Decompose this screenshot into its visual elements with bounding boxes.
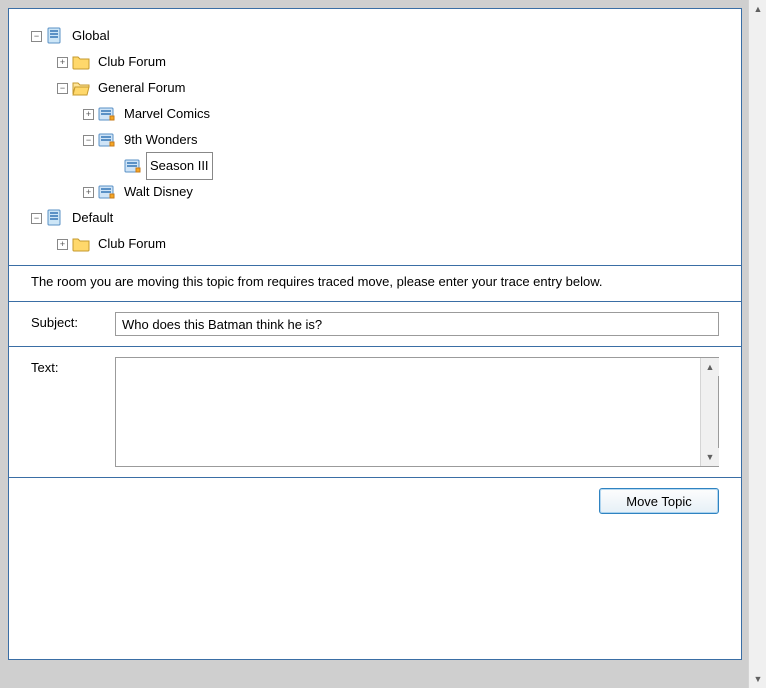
tree-node-general-forum[interactable]: − General Forum xyxy=(57,75,719,101)
scroll-down-icon[interactable]: ▼ xyxy=(749,670,766,688)
scroll-down-icon[interactable]: ▼ xyxy=(701,448,719,466)
topic-icon xyxy=(98,183,116,201)
text-area-wrap: ▲ ▼ xyxy=(115,357,719,467)
expand-icon[interactable]: + xyxy=(83,109,94,120)
topic-icon xyxy=(98,105,116,123)
text-label: Text: xyxy=(31,357,101,375)
topic-icon xyxy=(98,131,116,149)
topic-icon xyxy=(124,157,142,175)
text-input[interactable] xyxy=(116,358,700,466)
collapse-icon[interactable]: − xyxy=(31,213,42,224)
forum-tree: − Global + xyxy=(31,23,719,265)
folder-closed-icon xyxy=(72,235,90,253)
tree-label: Club Forum xyxy=(94,48,170,76)
window-scrollbar[interactable]: ▲ ▼ xyxy=(748,0,766,688)
scroll-up-icon[interactable]: ▲ xyxy=(749,0,766,18)
folder-open-icon xyxy=(72,79,90,97)
globe-icon xyxy=(46,27,64,45)
tree-label: Club Forum xyxy=(94,230,170,258)
move-topic-button[interactable]: Move Topic xyxy=(599,488,719,514)
tree-node-club-forum[interactable]: + Club Forum xyxy=(57,49,719,75)
globe-icon xyxy=(46,209,64,227)
scroll-up-icon[interactable]: ▲ xyxy=(701,358,719,376)
textarea-scrollbar[interactable]: ▲ ▼ xyxy=(700,358,718,466)
subject-label: Subject: xyxy=(31,312,101,330)
text-row: Text: ▲ ▼ xyxy=(31,347,719,477)
button-row: Move Topic xyxy=(31,478,719,514)
tree-node-9th-wonders[interactable]: − 9th Wonders xyxy=(83,127,719,153)
tree-label: Marvel Comics xyxy=(120,100,214,128)
tree-node-season-3[interactable]: Season III xyxy=(109,153,719,179)
tree-label: Global xyxy=(68,22,114,50)
collapse-icon[interactable]: − xyxy=(83,135,94,146)
collapse-icon[interactable]: − xyxy=(31,31,42,42)
tree-label-selected: Season III xyxy=(146,152,213,180)
expand-icon[interactable]: + xyxy=(83,187,94,198)
dialog-shell: − Global + xyxy=(0,0,748,688)
dialog-frame: − Global + xyxy=(0,0,766,688)
collapse-icon[interactable]: − xyxy=(57,83,68,94)
tree-label: 9th Wonders xyxy=(120,126,201,154)
subject-row: Subject: xyxy=(31,302,719,346)
folder-closed-icon xyxy=(72,53,90,71)
tree-label: Walt Disney xyxy=(120,178,197,206)
tree-node-marvel[interactable]: + Marvel Comics xyxy=(83,101,719,127)
tree-node-walt-disney[interactable]: + Walt Disney xyxy=(83,179,719,205)
toggle-spacer xyxy=(109,161,120,172)
tree-label: General Forum xyxy=(94,74,189,102)
subject-input[interactable] xyxy=(115,312,719,336)
tree-label: Default xyxy=(68,204,117,232)
expand-icon[interactable]: + xyxy=(57,57,68,68)
move-topic-panel: − Global + xyxy=(8,8,742,660)
tree-node-default[interactable]: − Default xyxy=(31,205,719,231)
tree-node-club-forum-2[interactable]: + Club Forum xyxy=(57,231,719,257)
trace-info-text: The room you are moving this topic from … xyxy=(31,266,719,301)
tree-node-global[interactable]: − Global xyxy=(31,23,719,49)
expand-icon[interactable]: + xyxy=(57,239,68,250)
